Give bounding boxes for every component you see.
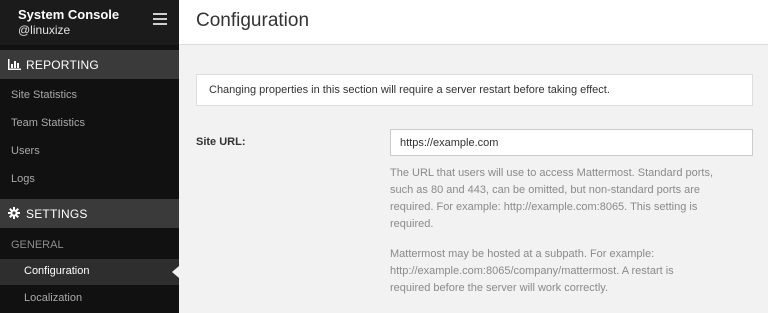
help-line: required before the server will work cor… <box>390 282 609 294</box>
section-settings: SETTINGS <box>0 199 179 228</box>
sidebar-item-label: Configuration <box>24 265 90 277</box>
sidebar-item-site-statistics[interactable]: Site Statistics <box>0 83 179 109</box>
sidebar-item-label: Team Statistics <box>11 117 85 129</box>
restart-notice-text: Changing properties in this section will… <box>209 84 610 96</box>
sidebar-header: System Console @linuxize <box>0 0 179 45</box>
section-label-settings: SETTINGS <box>26 207 88 221</box>
sidebar: System Console @linuxize REPORTING Site … <box>0 0 179 313</box>
sidebar-item-label: Users <box>11 145 40 157</box>
main-header: Configuration <box>179 0 768 45</box>
help-line: required. For example: http://example.co… <box>390 201 698 213</box>
settings-group-general: GENERAL <box>11 239 64 251</box>
current-user: @linuxize <box>18 23 71 37</box>
sidebar-item-configuration[interactable]: Configuration <box>0 259 179 285</box>
site-url-input[interactable] <box>390 129 753 156</box>
help-line: Mattermost may be hosted at a subpath. F… <box>390 248 655 260</box>
sidebar-item-label: Logs <box>11 173 35 185</box>
console-title: System Console <box>18 7 120 22</box>
help-line: such as 80 and 443, can be omitted, but … <box>390 184 701 196</box>
page-title: Configuration <box>196 10 310 31</box>
bar-chart-icon <box>8 59 21 70</box>
section-label-reporting: REPORTING <box>26 58 99 72</box>
gear-icon <box>8 207 20 219</box>
sidebar-item-label: Site Statistics <box>11 89 78 101</box>
help-line: required. <box>390 218 434 230</box>
sidebar-item-users[interactable]: Users <box>0 139 179 165</box>
restart-notice: Changing properties in this section will… <box>196 74 753 106</box>
site-url-help-subpath: Mattermost may be hosted at a subpath. F… <box>390 246 740 297</box>
site-url-help-primary: The URL that users will use to access Ma… <box>390 165 740 233</box>
sidebar-item-logs[interactable]: Logs <box>0 167 179 193</box>
help-line: The URL that users will use to access Ma… <box>390 167 714 179</box>
sidebar-item-label: Localization <box>24 292 83 304</box>
sidebar-item-team-statistics[interactable]: Team Statistics <box>0 111 179 137</box>
help-line: http://example.com:8065/company/mattermo… <box>390 265 674 277</box>
active-item-indicator <box>172 266 179 278</box>
site-url-label: Site URL: <box>196 136 246 148</box>
sidebar-item-localization[interactable]: Localization <box>0 286 179 312</box>
section-reporting: REPORTING <box>0 50 179 79</box>
hamburger-menu-icon[interactable] <box>153 13 167 25</box>
